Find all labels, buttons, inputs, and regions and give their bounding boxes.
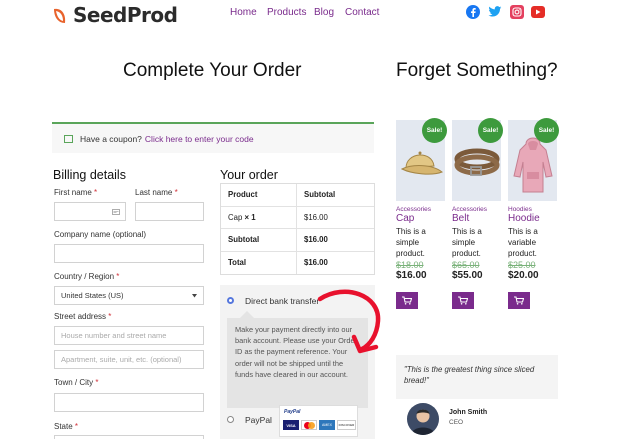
- total-value: $16.00: [304, 258, 328, 268]
- youtube-icon[interactable]: [531, 6, 545, 18]
- item-cell: Cap × 1: [221, 206, 297, 228]
- visa-icon: VISA: [283, 420, 299, 430]
- subtotal-value: $16.00: [304, 235, 328, 245]
- testimonial-quote: "This is the greatest thing since sliced…: [396, 355, 558, 399]
- red-arrow-annotation: [317, 289, 381, 354]
- twitter-icon[interactable]: [488, 5, 502, 19]
- product-desc: This is a simple product.: [396, 227, 426, 258]
- state-label: State *: [54, 422, 79, 431]
- table-header-row: Product Subtotal: [221, 184, 374, 207]
- avatar: [407, 403, 439, 435]
- nav-contact[interactable]: Contact: [345, 7, 379, 18]
- coupon-icon: [64, 134, 73, 143]
- first-name-label: First name *: [54, 188, 98, 197]
- product-name[interactable]: Belt: [452, 213, 469, 224]
- cart-icon: [514, 296, 524, 305]
- table-row: Cap × 1 $16.00: [221, 206, 374, 229]
- company-input[interactable]: [54, 244, 204, 263]
- sale-badge: Sale!: [534, 118, 559, 143]
- add-to-cart-button[interactable]: [452, 292, 474, 309]
- billing-heading: Billing details: [53, 168, 126, 182]
- col-product: Product: [221, 184, 297, 206]
- testimonial-role: CEO: [449, 419, 464, 426]
- street-label: Street address *: [54, 312, 112, 321]
- street2-input[interactable]: Apartment, suite, unit, etc. (optional): [54, 350, 204, 369]
- hoodie-icon: [513, 137, 553, 193]
- upsell-title: Forget Something?: [396, 60, 558, 81]
- product-price: $20.00: [508, 270, 539, 281]
- subtotal-label: Subtotal: [221, 229, 297, 251]
- desc-pointer: [240, 311, 254, 318]
- country-select[interactable]: United States (US): [54, 286, 204, 305]
- testimonial-name: John Smith: [449, 409, 488, 416]
- last-name-input[interactable]: [135, 202, 204, 221]
- coupon-text: Have a coupon?: [80, 133, 142, 144]
- product-name[interactable]: Cap: [396, 213, 414, 224]
- add-to-cart-button[interactable]: [508, 292, 530, 309]
- order-table: Product Subtotal Cap × 1 $16.00 Subtotal…: [220, 183, 375, 275]
- cart-icon: [458, 296, 468, 305]
- product-price: $16.00: [396, 270, 427, 281]
- cap-icon: [400, 151, 443, 175]
- person-icon: [407, 403, 439, 435]
- instagram-icon[interactable]: [510, 5, 524, 19]
- chevron-down-icon: [192, 293, 197, 297]
- city-label: Town / City *: [54, 378, 99, 387]
- brand-logo[interactable]: SeedProd: [52, 3, 178, 27]
- state-input[interactable]: [54, 435, 204, 439]
- sale-badge: Sale!: [422, 118, 447, 143]
- bank-transfer-radio[interactable]: [227, 297, 234, 304]
- seedprod-leaf-icon: [54, 8, 66, 23]
- country-value: United States (US): [61, 291, 124, 300]
- street-input[interactable]: House number and street name: [54, 326, 204, 345]
- amex-icon: AMEX: [319, 420, 335, 430]
- nav-home[interactable]: Home: [230, 7, 257, 18]
- col-subtotal: Subtotal: [304, 190, 336, 200]
- product-category[interactable]: Hoodies: [508, 206, 532, 213]
- product-category[interactable]: Accessories: [396, 206, 431, 213]
- autofill-card-icon: [112, 208, 120, 215]
- checkout-title: Complete Your Order: [123, 60, 302, 81]
- product-desc: This is a variable product.: [508, 227, 538, 258]
- facebook-icon[interactable]: [466, 5, 480, 19]
- product-desc: This is a simple product.: [452, 227, 482, 258]
- nav-blog[interactable]: Blog: [314, 7, 334, 18]
- product-old-price: $65.00: [452, 260, 480, 270]
- total-label: Total: [221, 251, 297, 274]
- coupon-link[interactable]: Click here to enter your code: [145, 134, 254, 144]
- product-name[interactable]: Hoodie: [508, 213, 540, 224]
- paypal-cards-image: PayPal VISA AMEX DISCOVER: [279, 405, 358, 437]
- product-category[interactable]: Accessories: [452, 206, 487, 213]
- coupon-notice: Have a coupon? Click here to enter your …: [52, 122, 374, 153]
- table-row: Total $16.00: [221, 251, 374, 274]
- paypal-radio[interactable]: [227, 416, 234, 423]
- company-label: Company name (optional): [54, 230, 147, 239]
- country-label: Country / Region *: [54, 272, 120, 281]
- last-name-label: Last name *: [135, 188, 178, 197]
- sale-badge: Sale!: [478, 118, 503, 143]
- product-old-price: $18.00: [396, 260, 424, 270]
- city-input[interactable]: [54, 393, 204, 412]
- paypal-label[interactable]: PayPal: [245, 415, 272, 425]
- brand-name: SeedProd: [73, 3, 178, 27]
- nav-products[interactable]: Products: [267, 7, 306, 18]
- paypal-logo: PayPal: [284, 409, 301, 415]
- first-name-input[interactable]: [54, 202, 126, 221]
- order-heading: Your order: [220, 168, 278, 182]
- belt-icon: [454, 148, 500, 176]
- item-price: $16.00: [304, 212, 328, 222]
- table-row: Subtotal $16.00: [221, 229, 374, 252]
- product-price: $55.00: [452, 270, 483, 281]
- mastercard-icon: [301, 420, 317, 430]
- product-old-price: $25.00: [508, 260, 536, 270]
- discover-icon: DISCOVER: [337, 420, 356, 430]
